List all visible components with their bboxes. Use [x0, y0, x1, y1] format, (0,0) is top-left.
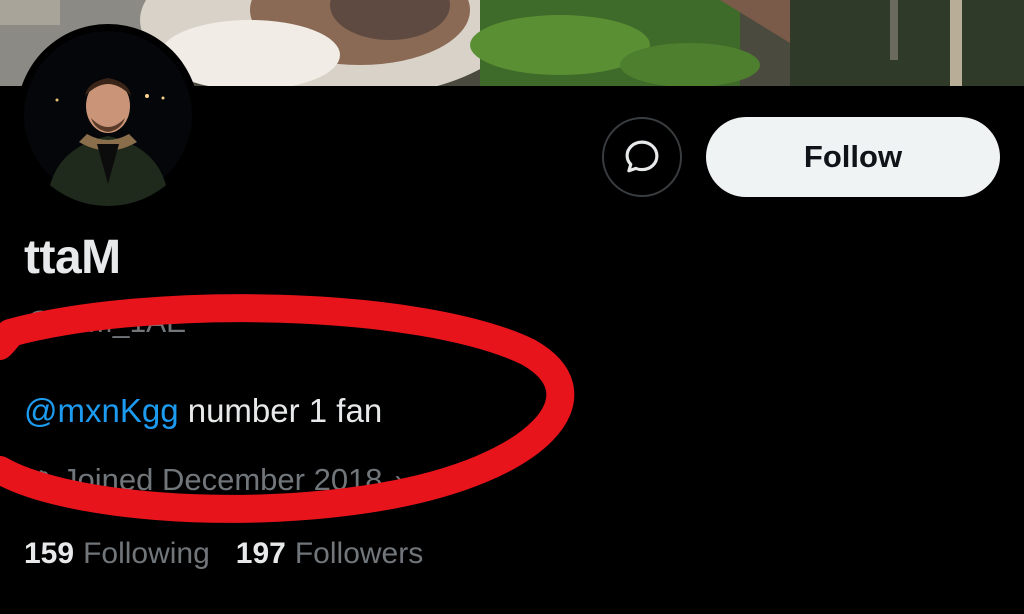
user-handle: @ttaM_1AE — [24, 306, 187, 339]
calendar-icon — [26, 470, 48, 491]
following-count: 159 — [24, 537, 75, 570]
message-button[interactable] — [602, 117, 682, 197]
followers-label: Followers — [294, 537, 424, 570]
chevron-right-icon[interactable]: › — [395, 464, 404, 496]
bio-mention-link[interactable]: @mxnKgg — [24, 392, 179, 429]
following-link[interactable]: 159 Following — [24, 537, 210, 571]
profile-bio: @mxnKgg number 1 fan — [24, 392, 382, 430]
joined-text: Joined December 2018 — [62, 462, 383, 497]
display-name: ttaM — [24, 231, 121, 284]
followers-link[interactable]: 197 Followers — [236, 537, 423, 571]
following-label: Following — [83, 537, 210, 570]
joined-date: Joined December 2018 › — [24, 462, 404, 498]
followers-count: 197 — [235, 537, 286, 570]
avatar-photo — [18, 25, 198, 206]
profile-avatar[interactable] — [17, 24, 199, 206]
follow-stats: 159 Following 197 Followers — [24, 537, 423, 571]
bio-text: number 1 fan — [178, 392, 383, 429]
message-bubble-icon — [625, 140, 659, 173]
follow-button[interactable]: Follow — [706, 117, 1000, 197]
